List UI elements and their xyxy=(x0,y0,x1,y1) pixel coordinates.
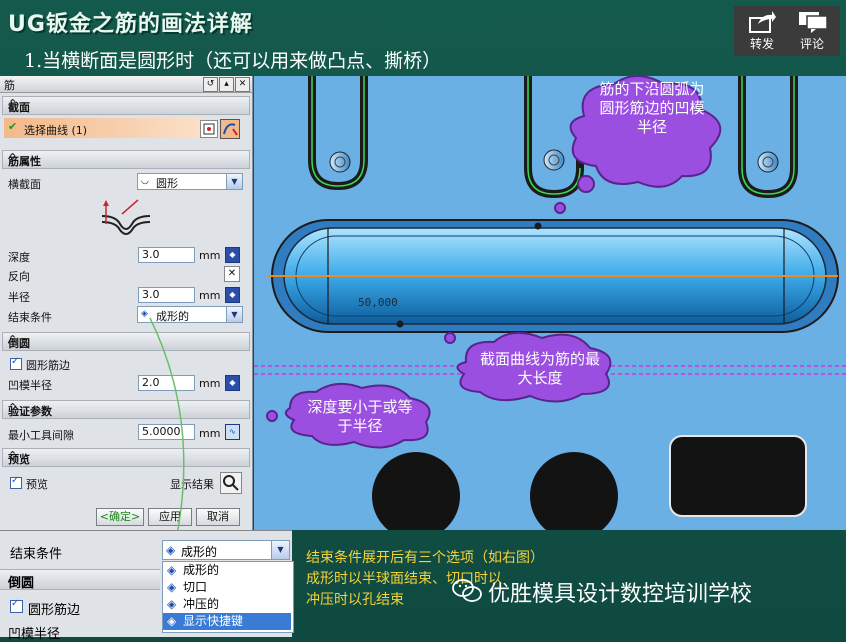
zoom-round-rib-label: 圆形筋边 xyxy=(28,603,81,618)
option-label: 显示快捷键 xyxy=(183,614,244,628)
formed-icon: ◈ xyxy=(166,543,176,557)
zoom-punch-radius-label: 凹模半径 xyxy=(8,627,61,642)
option-label: 切口 xyxy=(183,580,208,594)
chevron-down-icon: ▼ xyxy=(271,541,289,559)
zoom-end-condition-value: 成形的 xyxy=(181,545,218,559)
connector-line xyxy=(149,317,185,541)
punch-icon: ◈ xyxy=(167,597,177,611)
zoom-end-condition-select[interactable]: ◈ 成形的 ▼ xyxy=(162,540,290,560)
note-line: 结束条件展开后有三个选项（如右图） xyxy=(306,550,544,566)
zoom-fillet-label: 倒圆 xyxy=(8,576,35,591)
end-condition-dropdown-menu: ◈ 成形的 ◈ 切口 ◈ 冲压的 ◈ 显示快捷键 xyxy=(162,561,294,633)
zoom-fillet-header[interactable]: 倒圆 xyxy=(0,569,160,591)
brand-watermark: 优胜模具设计数控培训学校 xyxy=(488,582,753,607)
shortcut-icon: ◈ xyxy=(167,614,177,628)
option-punch[interactable]: ◈ 冲压的 xyxy=(163,596,291,613)
zoom-end-condition-label: 结束条件 xyxy=(10,547,63,562)
wechat-icon xyxy=(452,579,482,602)
option-label: 冲压的 xyxy=(183,597,220,611)
cut-icon: ◈ xyxy=(167,580,177,594)
option-formed[interactable]: ◈ 成形的 xyxy=(163,562,291,579)
option-label: 成形的 xyxy=(183,563,220,577)
option-cut[interactable]: ◈ 切口 xyxy=(163,579,291,596)
formed-icon: ◈ xyxy=(167,563,177,577)
zoom-round-rib-checkbox[interactable] xyxy=(10,598,23,613)
option-show-shortcuts[interactable]: ◈ 显示快捷键 xyxy=(163,613,291,630)
